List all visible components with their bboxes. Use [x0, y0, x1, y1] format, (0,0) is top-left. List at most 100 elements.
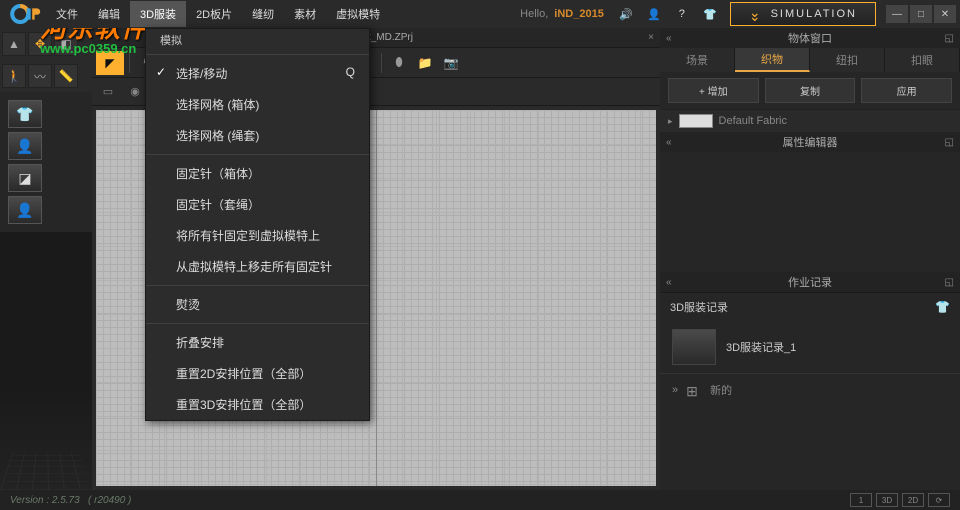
popout-icon[interactable]: ◱ [945, 277, 954, 288]
menu-bar: 文件 编辑 3D服装 2D板片 缝纫 素材 虚拟模特 Hello, iND_20… [0, 0, 960, 28]
dd-pin-all[interactable]: 将所有针固定到虚拟模特上 [146, 220, 369, 251]
copy-button[interactable]: 复制 [765, 78, 856, 103]
tab-buttonhole[interactable]: 扣眼 [885, 48, 960, 72]
view-3d[interactable]: 3D [876, 493, 898, 507]
chevron-down-icon: ⌄⌄ [749, 7, 763, 21]
job-thumbnail [672, 329, 716, 365]
left-toolbar-top: ▲ ✥ ◧ [0, 28, 92, 60]
tab-close-icon[interactable]: × [648, 32, 654, 43]
dd-select-move[interactable]: 选择/移动Q [146, 58, 369, 89]
new-label: 新的 [710, 382, 732, 398]
view-2d[interactable]: 2D [902, 493, 924, 507]
panel-property-header: « 属性编辑器 ◱ [660, 132, 960, 152]
dd-steam[interactable]: 熨烫 [146, 289, 369, 320]
menu-edit[interactable]: 编辑 [88, 1, 130, 27]
add-button[interactable]: + 增加 [668, 78, 759, 103]
menu-file[interactable]: 文件 [46, 1, 88, 27]
popout-icon[interactable]: ◱ [945, 33, 954, 44]
apply-button[interactable]: 应用 [861, 78, 952, 103]
menu-2d-pattern[interactable]: 2D板片 [186, 1, 242, 27]
maximize-button[interactable]: □ [910, 5, 932, 23]
dd-remove-pins[interactable]: 从虚拟模特上移走所有固定针 [146, 251, 369, 282]
tab-button[interactable]: 纽扣 [810, 48, 885, 72]
tool-move[interactable]: ✥ [28, 32, 52, 56]
tool-select[interactable]: ▲ [2, 32, 26, 56]
minimize-button[interactable]: — [886, 5, 908, 23]
fabric-swatch [679, 114, 713, 128]
dd-pin-lasso[interactable]: 固定针（套绳） [146, 189, 369, 220]
right-panel: « 物体窗口 ◱ 场景 织物 纽扣 扣眼 + 增加 复制 应用 ▸ Defaul… [660, 28, 960, 490]
close-button[interactable]: ✕ [934, 5, 956, 23]
tool-folder[interactable]: 📁 [413, 51, 437, 75]
property-editor [660, 152, 960, 272]
tool-walk[interactable]: 🚶 [2, 64, 26, 88]
object-actions: + 增加 复制 应用 [660, 72, 960, 109]
panel-object-header: « 物体窗口 ◱ [660, 28, 960, 48]
fabric-name: Default Fabric [719, 115, 787, 127]
dd-select-mesh-lasso[interactable]: 选择网格 (绳套) [146, 120, 369, 151]
avatar-person[interactable]: 👤 [8, 132, 42, 160]
dd-fold-arrange[interactable]: 折叠安排 [146, 327, 369, 358]
user-name: iND_2015 [554, 8, 604, 20]
left-panel: ▲ ✥ ◧ 🚶 〰 📏 👕 👤 ◪ 👤 [0, 28, 92, 490]
view-refresh[interactable]: ⟳ [928, 493, 950, 507]
user-icon[interactable]: 👤 [640, 2, 668, 26]
dd-reset-3d[interactable]: 重置3D安排位置（全部） [146, 389, 369, 420]
viewport-3d[interactable] [0, 232, 92, 490]
tool-measure[interactable]: 📏 [54, 64, 78, 88]
dd-pin-box[interactable]: 固定针（箱体） [146, 158, 369, 189]
jobs-panel: 3D服装记录 👕 3D服装记录_1 » 新的 [660, 292, 960, 490]
menu-avatar[interactable]: 虚拟模特 [326, 1, 390, 27]
tool-iron[interactable]: ⬮ [387, 51, 411, 75]
tool-generic[interactable]: ◧ [54, 32, 78, 56]
hello-label: Hello, [520, 8, 548, 20]
version-value: 2.5.73 [52, 495, 80, 506]
expand-icon[interactable]: ▸ [668, 116, 673, 127]
panel-jobs-title: 作业记录 [788, 274, 832, 290]
menu-3d-garment[interactable]: 3D服装 [130, 1, 186, 27]
left-toolbar-row2: 🚶 〰 📏 [0, 60, 92, 92]
view-1[interactable]: 1 [850, 493, 872, 507]
version-label: Version : [10, 495, 49, 506]
tool-edit-pattern[interactable]: ◤ [96, 51, 124, 75]
menu-sewing[interactable]: 缝纫 [242, 1, 284, 27]
tool-button[interactable]: ◉ [123, 81, 147, 103]
tab-fabric[interactable]: 织物 [735, 48, 810, 72]
shirt-icon[interactable]: 👕 [935, 300, 950, 314]
tab-scene[interactable]: 场景 [660, 48, 735, 72]
popout-icon[interactable]: ◱ [945, 137, 954, 148]
simulation-button[interactable]: ⌄⌄ SIMULATION [730, 2, 876, 26]
build-value: ( r20490 ) [88, 495, 131, 506]
shirt-icon[interactable]: 👕 [696, 2, 724, 26]
add-icon[interactable] [686, 383, 702, 397]
object-tabs: 场景 织物 纽扣 扣眼 [660, 48, 960, 72]
submenu-simulation[interactable]: 模拟 [146, 29, 369, 51]
panel-jobs-header: « 作业记录 ◱ [660, 272, 960, 292]
dd-reset-2d[interactable]: 重置2D安排位置（全部） [146, 358, 369, 389]
window-controls: — □ ✕ [886, 5, 956, 23]
help-icon[interactable]: ? [668, 2, 696, 26]
menu-materials[interactable]: 素材 [284, 1, 326, 27]
expand-all-icon[interactable]: » [672, 384, 678, 396]
job-item[interactable]: 3D服装记录_1 [660, 321, 960, 373]
new-job-row[interactable]: » 新的 [660, 373, 960, 406]
avatar-cube[interactable]: ◪ [8, 164, 42, 192]
job-name: 3D服装记录_1 [726, 339, 796, 355]
avatar-list: 👕 👤 ◪ 👤 [0, 92, 92, 232]
collapse-icon[interactable]: « [666, 277, 672, 288]
tool-rect[interactable]: ▭ [96, 81, 120, 103]
jobs-section-title: 3D服装记录 👕 [660, 292, 960, 321]
avatar-bust[interactable]: 👤 [8, 196, 42, 224]
dd-select-mesh-box[interactable]: 选择网格 (箱体) [146, 89, 369, 120]
avatar-shirt[interactable]: 👕 [8, 100, 42, 128]
grid-floor [0, 452, 92, 490]
app-logo [4, 0, 46, 28]
collapse-icon[interactable]: « [666, 33, 672, 44]
fabric-item[interactable]: ▸ Default Fabric [660, 109, 960, 132]
status-bar: Version : 2.5.73 ( r20490 ) 1 3D 2D ⟳ [0, 490, 960, 510]
tool-wind[interactable]: 〰 [28, 64, 52, 88]
collapse-icon[interactable]: « [666, 137, 672, 148]
dropdown-3d-garment: 模拟 选择/移动Q 选择网格 (箱体) 选择网格 (绳套) 固定针（箱体） 固定… [145, 28, 370, 421]
sound-icon[interactable]: 🔊 [612, 2, 640, 26]
tool-camera[interactable]: 📷 [439, 51, 463, 75]
